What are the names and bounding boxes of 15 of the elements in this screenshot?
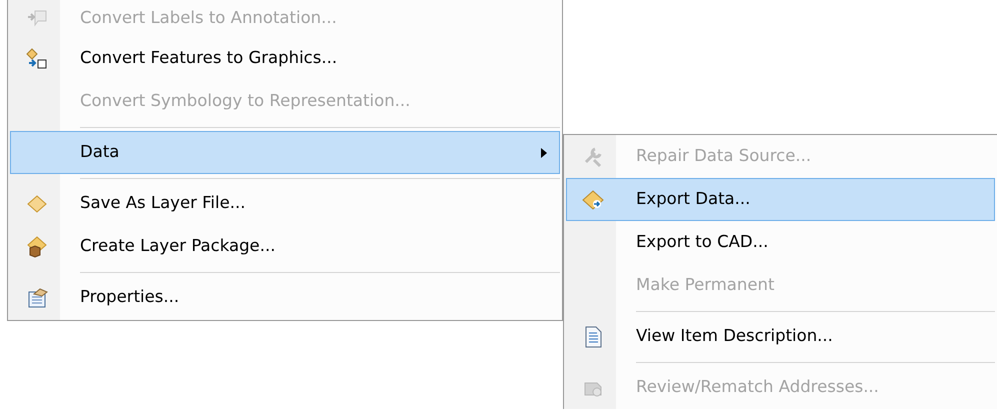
document-icon bbox=[26, 286, 48, 308]
menu-item[interactable]: Export Data... bbox=[566, 178, 995, 221]
menu-item[interactable]: Properties... bbox=[10, 276, 560, 319]
submenu-arrow-icon bbox=[541, 148, 547, 158]
menu-item[interactable]: Data bbox=[10, 131, 560, 174]
menu-item[interactable]: Save As Layer File... bbox=[10, 182, 560, 225]
diamond-icon bbox=[26, 192, 48, 214]
menu-item[interactable]: Export to CAD... bbox=[566, 221, 995, 264]
diamond-arrow-icon bbox=[582, 188, 604, 210]
menu-item[interactable]: Convert Features to Graphics... bbox=[10, 37, 560, 80]
menu-item[interactable]: Create Layer Package... bbox=[10, 225, 560, 268]
diamond-box-icon bbox=[26, 236, 48, 258]
menu-item[interactable]: View Item Description... bbox=[566, 315, 995, 358]
wrench-icon bbox=[582, 146, 604, 168]
diamond-arrow-square-icon bbox=[26, 48, 48, 70]
